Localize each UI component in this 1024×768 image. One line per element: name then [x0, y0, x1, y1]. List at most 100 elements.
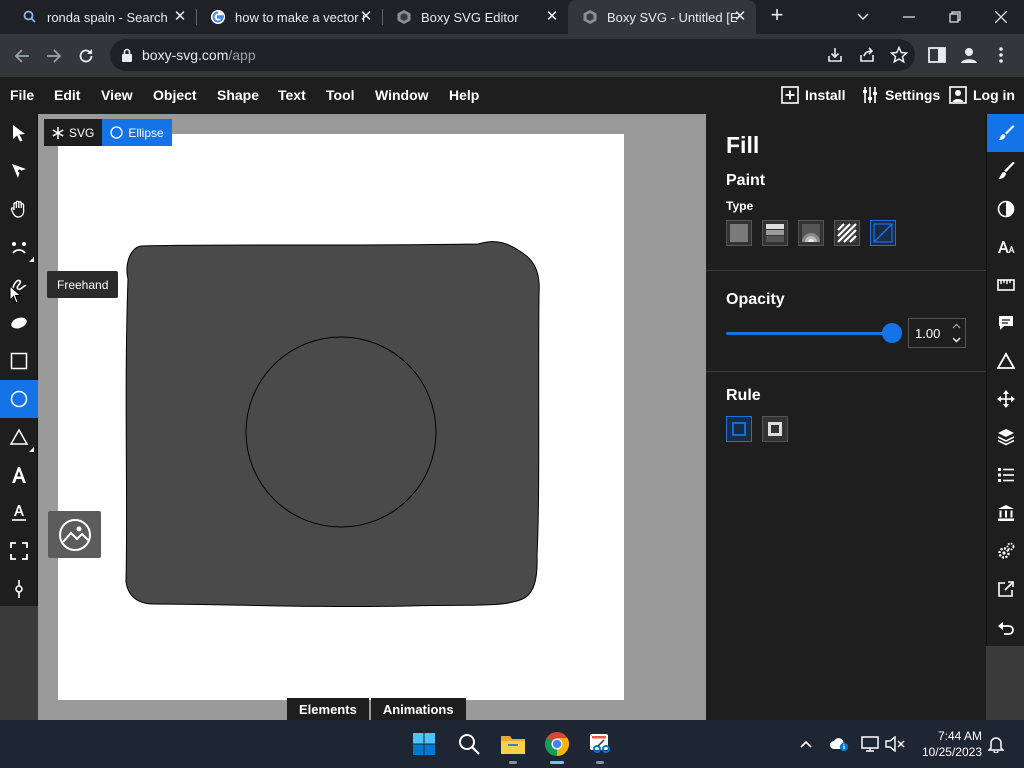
paint-type-solid[interactable]	[726, 220, 752, 246]
panel-geometry-button[interactable]	[987, 266, 1024, 304]
profile-icon[interactable]	[959, 45, 979, 65]
panel-stroke-button[interactable]	[987, 152, 1024, 190]
breadcrumb-ellipse[interactable]: Ellipse	[102, 119, 172, 146]
windows-taskbar: 7:44 AM 10/25/2023	[0, 720, 1024, 768]
reload-button[interactable]	[74, 44, 98, 68]
address-bar[interactable]: boxy-svg.com/app	[110, 39, 915, 71]
file-explorer-button[interactable]	[499, 730, 527, 764]
install-button[interactable]: Install	[781, 86, 845, 104]
menu-window[interactable]: Window	[375, 87, 429, 103]
tool-text[interactable]	[0, 456, 38, 494]
system-clock[interactable]: 7:44 AM 10/25/2023	[914, 728, 982, 760]
taskbar-search-button[interactable]	[455, 730, 483, 758]
tab-close-icon[interactable]: ✕	[172, 9, 188, 25]
floating-image-thumbnail[interactable]	[48, 511, 101, 558]
settings-label: Settings	[885, 87, 941, 103]
tool-crop[interactable]	[0, 532, 38, 570]
close-window-button[interactable]	[978, 0, 1024, 34]
share-icon[interactable]	[858, 46, 876, 64]
install-app-icon[interactable]	[826, 46, 844, 64]
menu-file[interactable]: File	[10, 87, 34, 103]
tool-triangle[interactable]	[0, 418, 38, 456]
panel-defs-button[interactable]	[987, 418, 1024, 456]
minimize-button[interactable]	[886, 0, 932, 34]
menu-tool[interactable]: Tool	[326, 87, 355, 103]
artboard[interactable]	[58, 134, 624, 700]
url-path: /app	[228, 47, 256, 63]
tab-boxy-svg-editor[interactable]: Boxy SVG Editor ✕	[382, 0, 568, 34]
panel-arrange-button[interactable]	[987, 380, 1024, 418]
tab-close-icon[interactable]: ✕	[544, 9, 560, 25]
side-panel-icon[interactable]	[927, 45, 947, 65]
tab-elements[interactable]: Elements	[287, 698, 369, 720]
tool-pan[interactable]	[0, 190, 38, 228]
tool-blob[interactable]	[0, 304, 38, 342]
breadcrumb-svg[interactable]: SVG	[44, 119, 103, 146]
display-tray-icon[interactable]	[860, 734, 880, 754]
settings-button[interactable]: Settings	[861, 86, 940, 104]
tray-overflow-button[interactable]	[796, 734, 816, 754]
tool-face[interactable]	[0, 228, 38, 266]
panel-export-button[interactable]	[987, 570, 1024, 608]
bookmark-star-icon[interactable]	[890, 46, 908, 64]
start-button[interactable]	[410, 730, 438, 758]
drawing[interactable]	[58, 134, 624, 700]
rule-evenodd-button[interactable]	[762, 416, 788, 442]
paint-type-pattern[interactable]	[834, 220, 860, 246]
opacity-input[interactable]: 1.00	[908, 318, 966, 348]
menu-edit[interactable]: Edit	[54, 87, 80, 103]
more-options-icon[interactable]	[991, 45, 1011, 65]
forward-button[interactable]	[42, 44, 66, 68]
tab-close-icon[interactable]: ✕	[358, 9, 374, 25]
opacity-slider-thumb[interactable]	[882, 323, 902, 343]
panel-generators-button[interactable]	[987, 532, 1024, 570]
freehand-shape[interactable]	[125, 241, 540, 608]
volume-tray-icon[interactable]	[885, 734, 905, 754]
tab-close-icon[interactable]: ✕	[732, 9, 748, 25]
chrome-button[interactable]	[543, 730, 571, 764]
tab-boxy-svg-untitled[interactable]: Boxy SVG - Untitled [E ✕	[568, 0, 756, 34]
panel-history-button[interactable]	[987, 608, 1024, 646]
tool-pipette[interactable]	[0, 570, 38, 608]
close-icon	[995, 11, 1007, 23]
menu-text[interactable]: Text	[278, 87, 306, 103]
panel-symbols-button[interactable]	[987, 342, 1024, 380]
restore-button[interactable]	[932, 0, 978, 34]
panel-compositing-button[interactable]	[987, 190, 1024, 228]
new-tab-button[interactable]: +	[766, 4, 788, 27]
panel-elements-button[interactable]	[987, 456, 1024, 494]
tool-transform[interactable]	[0, 114, 38, 152]
panel-fill-button[interactable]	[987, 114, 1024, 152]
tool-rectangle[interactable]	[0, 342, 38, 380]
panel-comments-button[interactable]	[987, 304, 1024, 342]
menu-view[interactable]: View	[101, 87, 133, 103]
tool-ellipse[interactable]	[0, 380, 38, 418]
menu-object[interactable]: Object	[153, 87, 197, 103]
notifications-tray-icon[interactable]	[986, 734, 1006, 754]
menu-shape[interactable]: Shape	[217, 87, 259, 103]
external-link-icon	[998, 581, 1014, 597]
opacity-spinner[interactable]	[952, 321, 961, 343]
paint-type-none[interactable]	[870, 220, 896, 246]
panel-title: Fill	[726, 132, 760, 158]
snipping-tool-button[interactable]	[586, 730, 614, 764]
clock-time: 7:44 AM	[937, 729, 982, 743]
onedrive-tray-icon[interactable]	[829, 734, 849, 754]
panel-library-button[interactable]	[987, 494, 1024, 532]
login-button[interactable]: Log in	[949, 86, 1015, 104]
tool-text-path[interactable]	[0, 494, 38, 532]
canvas-workspace[interactable]	[38, 114, 706, 720]
tab-search-button[interactable]	[840, 0, 886, 34]
tool-edit[interactable]	[0, 152, 38, 190]
rule-nonzero-button[interactable]	[726, 416, 752, 442]
tab-vector-howto[interactable]: how to make a vector i ✕	[196, 0, 382, 34]
paint-type-radial-gradient[interactable]	[798, 220, 824, 246]
menu-help[interactable]: Help	[449, 87, 479, 103]
panel-typography-button[interactable]	[987, 228, 1024, 266]
back-button[interactable]	[10, 44, 34, 68]
tab-ronda-spain-search[interactable]: ronda spain - Search ✕	[8, 0, 196, 34]
opacity-slider-track[interactable]	[726, 332, 892, 335]
paint-type-linear-gradient[interactable]	[762, 220, 788, 246]
tab-animations[interactable]: Animations	[370, 698, 466, 720]
panel-divider	[706, 270, 986, 271]
